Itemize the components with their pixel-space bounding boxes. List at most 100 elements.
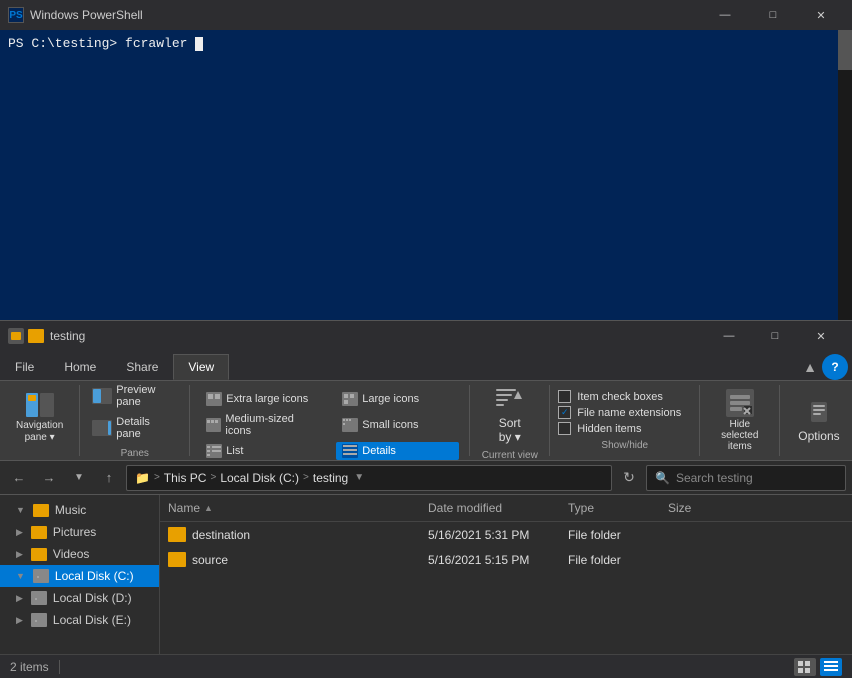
explorer-close-button[interactable]: ✕: [798, 321, 844, 351]
item-checkboxes-row[interactable]: Item check boxes: [558, 390, 691, 403]
path-folder[interactable]: testing: [313, 471, 348, 485]
small-icons-label: Small icons: [362, 419, 418, 431]
col-header-name[interactable]: Name ▲: [160, 499, 420, 517]
table-row[interactable]: destination 5/16/2021 5:31 PM File folde…: [160, 522, 852, 547]
tab-file[interactable]: File: [0, 354, 49, 380]
ps-cursor: [195, 37, 203, 51]
sort-by-button[interactable]: Sortby ▾: [486, 381, 534, 448]
ps-close-button[interactable]: ✕: [798, 0, 844, 30]
destination-name: destination: [192, 528, 250, 542]
large-icons-icon: [342, 392, 358, 406]
ps-command: fcrawler: [125, 36, 187, 51]
large-icons-button[interactable]: Large icons: [336, 390, 459, 408]
preview-pane-button[interactable]: Preview pane: [88, 382, 181, 410]
current-view-label: Current view: [482, 450, 538, 461]
show-hide-label: Show/hide: [558, 440, 691, 451]
hidden-items-row[interactable]: Hidden items: [558, 422, 691, 435]
details-label: Details: [362, 445, 396, 457]
search-box[interactable]: 🔍 Search testing: [646, 465, 846, 491]
col-header-type[interactable]: Type: [560, 499, 660, 517]
refresh-button[interactable]: ↻: [616, 465, 642, 491]
sidebar-item-pictures[interactable]: ▶ Pictures: [0, 521, 159, 543]
ribbon-group-hide-selected: Hide selecteditems: [700, 385, 780, 456]
file-size-destination: [660, 533, 740, 537]
explorer-quick-access-icon: [8, 328, 24, 344]
list-icon: [206, 444, 222, 458]
tab-share[interactable]: Share: [111, 354, 173, 380]
extra-large-label: Extra large icons: [226, 393, 308, 405]
col-header-date[interactable]: Date modified: [420, 499, 560, 517]
panes-group-label: Panes: [88, 448, 181, 459]
large-icons-view-btn[interactable]: [794, 658, 816, 676]
back-button[interactable]: ←: [6, 465, 32, 491]
medium-icons-label: Medium-sized icons: [225, 413, 317, 437]
file-date-source: 5/16/2021 5:15 PM: [420, 551, 560, 569]
options-button[interactable]: Options: [790, 394, 847, 447]
up-button[interactable]: ↑: [96, 465, 122, 491]
ps-maximize-button[interactable]: □: [750, 0, 796, 30]
sidebar-local-c-expand: ▼: [16, 571, 25, 581]
ps-prompt: PS C:\testing>: [8, 36, 117, 51]
details-row: Details: [330, 441, 465, 461]
sidebar-local-d-expand: ▶: [16, 593, 23, 604]
sidebar-item-videos[interactable]: ▶ Videos: [0, 543, 159, 565]
sidebar-local-c-label: Local Disk (C:): [55, 569, 134, 583]
item-checkboxes-checkbox[interactable]: [558, 390, 571, 403]
ribbon-collapse-button[interactable]: ▲: [798, 354, 822, 380]
ps-titlebar: PS Windows PowerShell — □ ✕: [0, 0, 852, 30]
sidebar-item-local-d[interactable]: ▶ Local Disk (D:): [0, 587, 159, 609]
forward-button[interactable]: →: [36, 465, 62, 491]
hidden-items-checkbox[interactable]: [558, 422, 571, 435]
path-dropdown-arrow[interactable]: ▼: [354, 472, 364, 483]
explorer-minimize-button[interactable]: —: [706, 321, 752, 351]
hide-selected-label: Hide selecteditems: [716, 419, 763, 452]
ps-content[interactable]: PS C:\testing> fcrawler: [0, 30, 852, 320]
navigation-pane-icon: [24, 391, 56, 419]
col-header-size[interactable]: Size: [660, 499, 740, 517]
sidebar-item-local-c[interactable]: ▼ Local Disk (C:): [0, 565, 159, 587]
details-pane-button[interactable]: Details pane: [88, 414, 181, 442]
sidebar-music-icon: [33, 504, 49, 517]
address-path[interactable]: 📁 > This PC > Local Disk (C:) > testing …: [126, 465, 612, 491]
file-type-source: File folder: [560, 551, 660, 569]
main-area: ▼ Music ▶ Pictures ▶ Videos ▼ Local Disk…: [0, 495, 852, 654]
destination-folder-icon: [168, 527, 186, 542]
sidebar-item-music[interactable]: ▼ Music: [0, 499, 159, 521]
medium-icons-button[interactable]: Medium-sized icons: [200, 411, 323, 439]
sidebar-item-local-e[interactable]: ▶ Local Disk (E:): [0, 609, 159, 631]
small-icons-icon: [342, 418, 358, 432]
recent-locations-button[interactable]: ▼: [66, 465, 92, 491]
file-extensions-row[interactable]: File name extensions: [558, 406, 691, 419]
layout-options-grid: Extra large icons Large icons: [194, 389, 465, 461]
large-icons-label: Large icons: [362, 393, 419, 405]
status-count: 2 items: [10, 660, 49, 674]
path-this-pc[interactable]: This PC: [164, 471, 207, 485]
tab-view[interactable]: View: [173, 354, 229, 380]
extra-large-icons-button[interactable]: Extra large icons: [200, 390, 323, 408]
help-button[interactable]: ?: [822, 354, 848, 380]
ps-scrollbar[interactable]: [838, 30, 852, 320]
details-view-btn[interactable]: [820, 658, 842, 676]
sidebar-pictures-icon: [31, 526, 47, 539]
ps-scrollbar-thumb[interactable]: [838, 30, 852, 70]
sidebar: ▼ Music ▶ Pictures ▶ Videos ▼ Local Disk…: [0, 495, 160, 654]
ps-minimize-button[interactable]: —: [702, 0, 748, 30]
preview-pane-icon: [92, 388, 112, 404]
table-row[interactable]: source 5/16/2021 5:15 PM File folder: [160, 547, 852, 572]
details-pane-icon: [92, 420, 112, 436]
explorer-folder-icon: [28, 329, 44, 343]
navigation-pane-button[interactable]: Navigationpane ▾: [10, 389, 69, 446]
tab-home[interactable]: Home: [49, 354, 111, 380]
ribbon-group-navigation-pane: Navigationpane ▾: [0, 385, 80, 456]
hide-selected-button[interactable]: Hide selecteditems: [710, 385, 769, 456]
explorer-maximize-button[interactable]: □: [752, 321, 798, 351]
ps-title: Windows PowerShell: [30, 8, 702, 22]
options-label: Options: [798, 429, 839, 443]
path-local-disk[interactable]: Local Disk (C:): [220, 471, 299, 485]
list-button[interactable]: List: [200, 442, 323, 460]
file-extensions-checkbox[interactable]: [558, 406, 571, 419]
small-icons-button[interactable]: Small icons: [336, 416, 459, 434]
details-button[interactable]: Details: [336, 442, 459, 460]
medium-icons-icon: [206, 418, 221, 432]
list-label: List: [226, 445, 243, 457]
